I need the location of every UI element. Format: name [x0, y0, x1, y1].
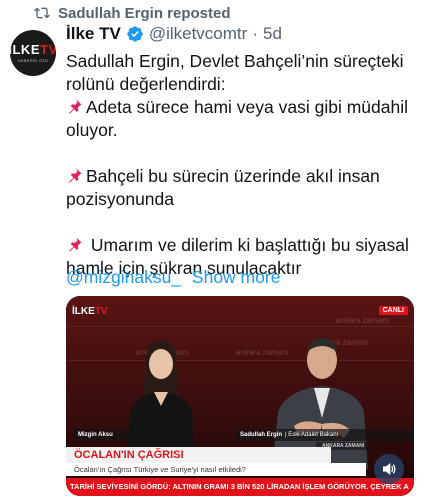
speaker-icon: [383, 462, 396, 476]
show-more-link[interactable]: Show more: [192, 267, 281, 287]
background-text: ankara zamanı: [336, 316, 389, 325]
avatar-logo: İLKETV: [10, 42, 56, 57]
avatar-slogan: HABERİN ÖZÜ: [17, 58, 49, 63]
tweet-point-2: Bahçeli bu sürecin üzerinde akıl insan p…: [66, 166, 380, 209]
tweet-line-intro: Sadullah Ergin, Devlet Bahçeli’nin süreç…: [66, 51, 404, 94]
video-player[interactable]: ankara zamanı ankara zamanı ankara zaman…: [66, 296, 414, 496]
separator-dot: ·: [252, 24, 258, 43]
live-badge: CANLI: [378, 306, 408, 315]
presenter-nameplate: Mizgin Aksu: [74, 429, 180, 441]
pushpin-icon: [69, 99, 82, 114]
timestamp[interactable]: 5d: [263, 24, 282, 44]
subheadline-banner: Öcalan'ın Çağrısı Türkiye ve Suriye'yi n…: [66, 463, 366, 476]
pushpin-icon: [69, 237, 82, 252]
tweet-point-1: Adeta sürece hami veya vasi gibi müdahil…: [66, 97, 408, 140]
repost-icon: [34, 7, 50, 19]
news-ticker: TARİHİ SEVİYESİNİ GÖRDÜ: ALTININ GRAMI 3…: [66, 478, 414, 496]
tweet-text: Sadullah Ergin, Devlet Bahçeli’nin süreç…: [66, 50, 416, 280]
repost-indicator[interactable]: Sadullah Ergin reposted: [34, 2, 231, 24]
channel-logo: İLKETV: [72, 306, 108, 317]
mention-row: @mizginaksu_ Show more: [66, 266, 280, 289]
mute-toggle-button[interactable]: [374, 454, 404, 484]
pushpin-icon: [69, 168, 82, 183]
headline-banner: ÖCALAN'IN ÇAĞRISI: [66, 447, 331, 463]
verified-badge-icon: [127, 26, 143, 42]
guest-nameplate: Sadullah Ergin | Eski Adalet Bakanı: [236, 429, 414, 441]
author-handle[interactable]: @ilketvcomtr: [149, 24, 248, 44]
author-name[interactable]: İlke TV: [66, 24, 121, 44]
repost-label: Sadullah Ergin reposted: [58, 4, 231, 22]
tweet-header: İlke TV @ilketvcomtr · 5d: [66, 22, 282, 46]
avatar[interactable]: İLKETV HABERİN ÖZÜ: [10, 30, 56, 76]
mention-link[interactable]: @mizginaksu_: [66, 267, 181, 287]
